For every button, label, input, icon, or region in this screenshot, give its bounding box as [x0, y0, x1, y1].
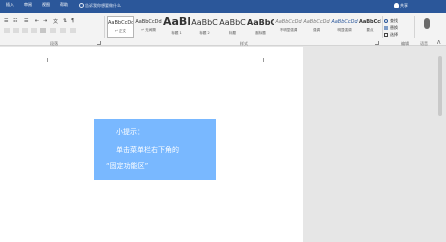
style-name: ↵ 无间隔	[141, 28, 156, 32]
share-button[interactable]: 共享	[400, 3, 408, 9]
borders-icon[interactable]	[70, 28, 76, 33]
style-name: 标题	[229, 31, 236, 35]
multilevel-list-icon[interactable]: ☰	[24, 18, 28, 24]
style-title[interactable]: AaBbC 标题	[219, 16, 246, 38]
tab-view[interactable]: 视图	[42, 2, 50, 8]
tell-me-search[interactable]: 告诉我你想要做什么	[85, 3, 121, 9]
pin-ribbon-icon[interactable]: ᐱ	[437, 40, 440, 46]
style-sample: AaBbCcDd	[135, 19, 162, 25]
style-sample: AaBbCcDd	[331, 19, 358, 25]
tab-help[interactable]: 帮助	[60, 2, 68, 8]
style-emphasis[interactable]: AaBbCcDd 强调	[303, 16, 330, 38]
style-heading-2[interactable]: AaBbC 标题 2	[191, 16, 218, 38]
style-subtitle[interactable]: AaBbC 副标题	[247, 16, 274, 38]
lightbulb-icon	[79, 3, 84, 8]
group-divider	[382, 16, 383, 38]
tip-text-highlight: “固定功能区”	[106, 162, 149, 170]
justify-icon[interactable]	[31, 28, 37, 33]
decrease-indent-icon[interactable]: ⇤	[35, 18, 39, 24]
style-name: 要点	[366, 28, 374, 32]
style-name: 副标题	[255, 31, 266, 35]
share-icon	[394, 3, 399, 8]
shading-icon[interactable]	[60, 28, 66, 33]
tab-insert[interactable]: 插入	[6, 2, 14, 8]
align-left-icon[interactable]	[4, 28, 10, 33]
numbering-icon[interactable]: ☷	[13, 18, 17, 24]
tip-text-line: 单击菜单栏右下角的	[116, 146, 179, 154]
styles-launcher-icon[interactable]	[375, 41, 379, 45]
group-divider	[104, 16, 105, 38]
line-spacing-icon[interactable]	[50, 28, 56, 33]
ribbon-tab-bar: 插入 审阅 视图 帮助 告诉我你想要做什么 共享	[0, 0, 446, 13]
select-icon	[384, 33, 388, 37]
style-name: 强调	[313, 28, 320, 32]
style-sample: AaBbCcDd	[275, 19, 302, 25]
style-name: 不明显强调	[279, 28, 298, 32]
style-intense-emphasis[interactable]: AaBbCcDd 明显强调	[331, 16, 358, 38]
increase-indent-icon[interactable]: ⇥	[43, 18, 47, 24]
style-name: ↵ 正文	[114, 29, 127, 33]
style-sample: AaBl	[163, 16, 190, 28]
paragraph-launcher-icon[interactable]	[97, 41, 101, 45]
show-marks-icon[interactable]: ¶	[71, 18, 74, 24]
find-icon	[384, 19, 388, 23]
style-sample: AaBbCcDd	[108, 20, 134, 26]
chinese-layout-icon[interactable]: 文	[53, 18, 58, 25]
style-name: 明显强调	[337, 28, 352, 32]
tip-callout: 小提示： 单击菜单栏右下角的 “固定功能区”	[94, 119, 216, 180]
tab-review[interactable]: 审阅	[24, 2, 32, 8]
replace-button[interactable]: 替换	[390, 25, 398, 31]
style-sample: AaBbC	[191, 18, 218, 27]
style-name: 标题 2	[199, 31, 210, 35]
style-subtle-emphasis[interactable]: AaBbCcDd 不明显强调	[275, 16, 302, 38]
align-center-icon[interactable]	[13, 28, 19, 33]
align-right-icon[interactable]	[22, 28, 28, 33]
vertical-scrollbar[interactable]	[438, 56, 442, 116]
style-no-spacing[interactable]: AaBbCcDd ↵ 无间隔	[135, 16, 162, 38]
find-button[interactable]: 查找	[390, 18, 398, 24]
select-button[interactable]: 选择	[390, 32, 398, 38]
margin-corner-mark	[47, 58, 51, 62]
style-name: 标题 1	[171, 31, 182, 35]
replace-icon	[384, 26, 388, 30]
style-sample: AaBbC	[247, 18, 274, 27]
style-sample: AaBbC	[219, 18, 246, 27]
sort-icon[interactable]: ⇅	[63, 18, 67, 24]
style-sample: AaBbCcDd	[359, 19, 381, 25]
style-sample: AaBbCcDd	[303, 19, 330, 25]
margin-corner-mark	[260, 58, 264, 62]
distributed-icon[interactable]	[40, 28, 46, 33]
style-strong[interactable]: AaBbCcDd 要点	[359, 16, 381, 38]
dictate-microphone-icon[interactable]	[424, 18, 430, 29]
bullets-icon[interactable]: ☰	[4, 18, 8, 24]
style-normal[interactable]: AaBbCcDd ↵ 正文	[107, 16, 134, 38]
style-heading-1[interactable]: AaBl 标题 1	[163, 16, 190, 38]
group-divider	[414, 16, 415, 38]
tip-title: 小提示：	[116, 128, 144, 136]
